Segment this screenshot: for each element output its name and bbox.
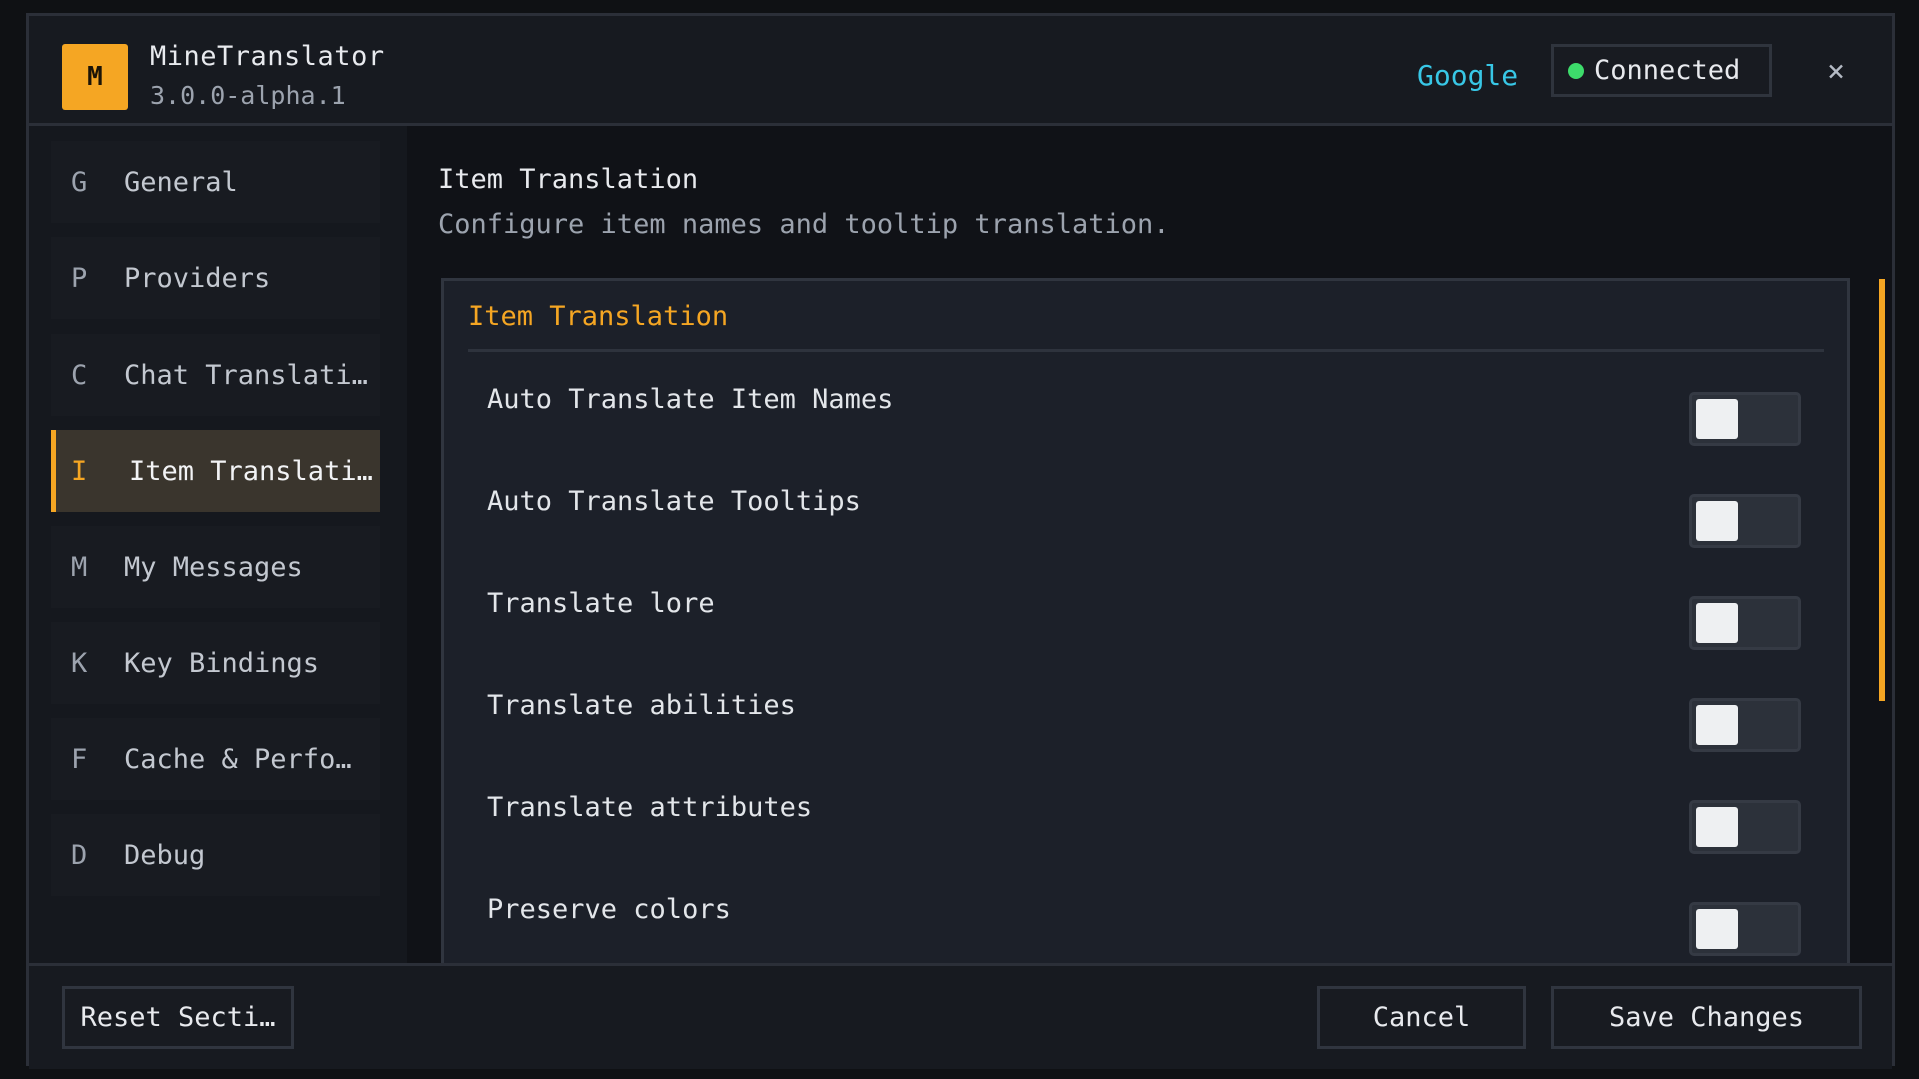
sidebar-item-key: K [71, 647, 88, 679]
option-translate-attributes: Translate attributes [444, 774, 1847, 854]
toggle-auto-translate-tooltips[interactable] [1689, 494, 1801, 548]
sidebar-item-my-messages[interactable]: M My Messages [51, 526, 380, 608]
close-button[interactable]: × [1819, 55, 1853, 89]
toggle-auto-translate-item-names[interactable] [1689, 392, 1801, 446]
toggle-knob [1696, 807, 1738, 847]
toggle-translate-lore[interactable] [1689, 596, 1801, 650]
status-dot-icon [1568, 62, 1584, 79]
status-text: Connected [1594, 55, 1741, 86]
scrollbar-thumb[interactable] [1879, 279, 1885, 701]
toggle-knob [1696, 603, 1738, 643]
app-logo: M [62, 44, 128, 110]
provider-link[interactable]: Google [1417, 59, 1518, 92]
page-title: Item Translation [438, 164, 699, 195]
toggle-translate-abilities[interactable] [1689, 698, 1801, 752]
app-name: MineTranslator [150, 41, 385, 72]
sidebar-item-label: Cache & Perfo… [124, 743, 352, 775]
toggle-knob [1696, 909, 1738, 949]
connection-status: Connected [1551, 44, 1772, 97]
card-divider [468, 349, 1824, 352]
sidebar-item-cache-performance[interactable]: F Cache & Perfo… [51, 718, 380, 800]
main-content: Item Translation Configure item names an… [407, 126, 1892, 963]
toggle-knob [1696, 501, 1738, 541]
app-version: 3.0.0-alpha.1 [150, 81, 346, 110]
option-translate-lore: Translate lore [444, 570, 1847, 650]
settings-window: M MineTranslator 3.0.0-alpha.1 Google Co… [26, 13, 1895, 1069]
option-label: Translate lore [487, 588, 715, 619]
sidebar-item-item-translation[interactable]: I Item Translati… [51, 430, 380, 512]
header: M MineTranslator 3.0.0-alpha.1 Google Co… [29, 16, 1892, 126]
sidebar-item-label: Item Translati… [129, 455, 373, 487]
reset-section-label: Reset Secti… [80, 1002, 276, 1033]
cancel-button[interactable]: Cancel [1317, 986, 1526, 1049]
sidebar-item-label: Providers [124, 262, 271, 294]
sidebar-item-label: Key Bindings [124, 647, 320, 679]
sidebar-item-key: P [71, 262, 88, 294]
option-preserve-colors: Preserve colors [444, 876, 1847, 956]
sidebar-item-label: General [124, 166, 238, 198]
toggle-knob [1696, 705, 1738, 745]
option-label: Translate abilities [487, 690, 796, 721]
close-icon: × [1826, 54, 1846, 89]
sidebar-item-key: I [71, 455, 88, 487]
option-label: Translate attributes [487, 792, 813, 823]
sidebar-item-key: F [71, 743, 88, 775]
sidebar-item-label: My Messages [124, 551, 303, 583]
toggle-translate-attributes[interactable] [1689, 800, 1801, 854]
save-changes-button[interactable]: Save Changes [1551, 986, 1862, 1049]
footer: Reset Secti… Cancel Save Changes [29, 963, 1892, 1069]
sidebar-item-label: Debug [124, 839, 206, 871]
option-label: Auto Translate Tooltips [487, 486, 861, 517]
sidebar-item-chat-translation[interactable]: C Chat Translati… [51, 334, 380, 416]
option-auto-translate-tooltips: Auto Translate Tooltips [444, 468, 1847, 548]
cancel-label: Cancel [1372, 1002, 1471, 1033]
sidebar-item-providers[interactable]: P Providers [51, 237, 380, 319]
toggle-knob [1696, 399, 1738, 439]
card-title: Item Translation [468, 301, 729, 332]
settings-card: Item Translation Auto Translate Item Nam… [441, 278, 1850, 963]
option-auto-translate-item-names: Auto Translate Item Names [444, 366, 1847, 446]
toggle-preserve-colors[interactable] [1689, 902, 1801, 956]
sidebar-item-key: G [71, 166, 88, 198]
sidebar-item-key: D [71, 839, 88, 871]
save-changes-label: Save Changes [1608, 1002, 1805, 1033]
option-translate-abilities: Translate abilities [444, 672, 1847, 752]
option-label: Preserve colors [487, 894, 731, 925]
sidebar: G General P Providers C Chat Translati… … [29, 126, 407, 963]
sidebar-item-key: M [71, 551, 88, 583]
sidebar-item-debug[interactable]: D Debug [51, 814, 380, 896]
sidebar-item-key: C [71, 359, 88, 391]
sidebar-item-general[interactable]: G General [51, 141, 380, 223]
reset-section-button[interactable]: Reset Secti… [62, 986, 294, 1049]
sidebar-item-key-bindings[interactable]: K Key Bindings [51, 622, 380, 704]
option-label: Auto Translate Item Names [487, 384, 894, 415]
logo-glyph: M [87, 62, 103, 92]
page-description: Configure item names and tooltip transla… [438, 209, 1170, 240]
sidebar-item-label: Chat Translati… [124, 359, 368, 391]
